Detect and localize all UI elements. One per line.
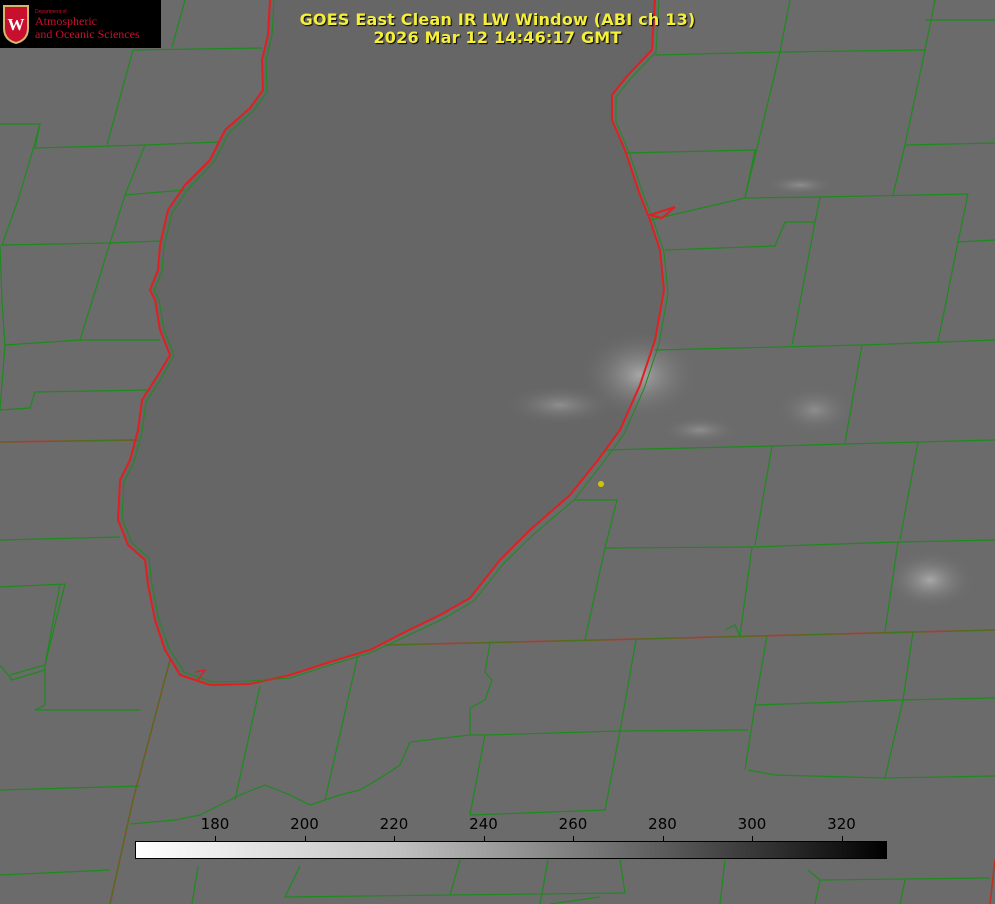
colorbar-tick-mark xyxy=(304,836,306,841)
colorbar-tick-mark xyxy=(394,836,395,841)
cloud-patch xyxy=(775,385,855,435)
colorbar xyxy=(135,841,887,859)
colorbar-tick-mark xyxy=(662,836,664,841)
colorbar-tick-mark xyxy=(573,836,574,841)
colorbar-tick-mark xyxy=(752,836,753,841)
colorbar-tick-mark xyxy=(841,836,843,841)
cloud-patch xyxy=(765,175,835,195)
colorbar-tick-label: 180 xyxy=(200,815,230,833)
title-timestamp: 2026 Mar 12 14:46:17 GMT xyxy=(373,28,622,47)
cloud-patch xyxy=(505,385,615,425)
colorbar-tick-label: 240 xyxy=(469,815,498,833)
station-marker xyxy=(598,481,604,487)
ir-map xyxy=(0,0,995,904)
colorbar-tick-label: 220 xyxy=(379,815,409,833)
title-line1: GOES East Clean IR LW Window (ABI ch 13) xyxy=(299,10,696,29)
cloud-patch xyxy=(885,550,975,610)
colorbar-tick-label: 300 xyxy=(737,815,767,833)
colorbar-tick-label: 200 xyxy=(290,815,319,833)
cloud-patch xyxy=(660,416,740,444)
colorbar-tick-label: 280 xyxy=(648,815,677,833)
image-title: GOES East Clean IR LW Window (ABI ch 13)… xyxy=(0,11,995,47)
colorbar-tick-label: 320 xyxy=(827,815,856,833)
satellite-image: W Department of Atmospheric and Oceanic … xyxy=(0,0,995,904)
colorbar-tick-mark xyxy=(483,836,485,841)
colorbar-tick-label: 260 xyxy=(558,815,588,833)
colorbar-tick-mark xyxy=(215,836,216,841)
